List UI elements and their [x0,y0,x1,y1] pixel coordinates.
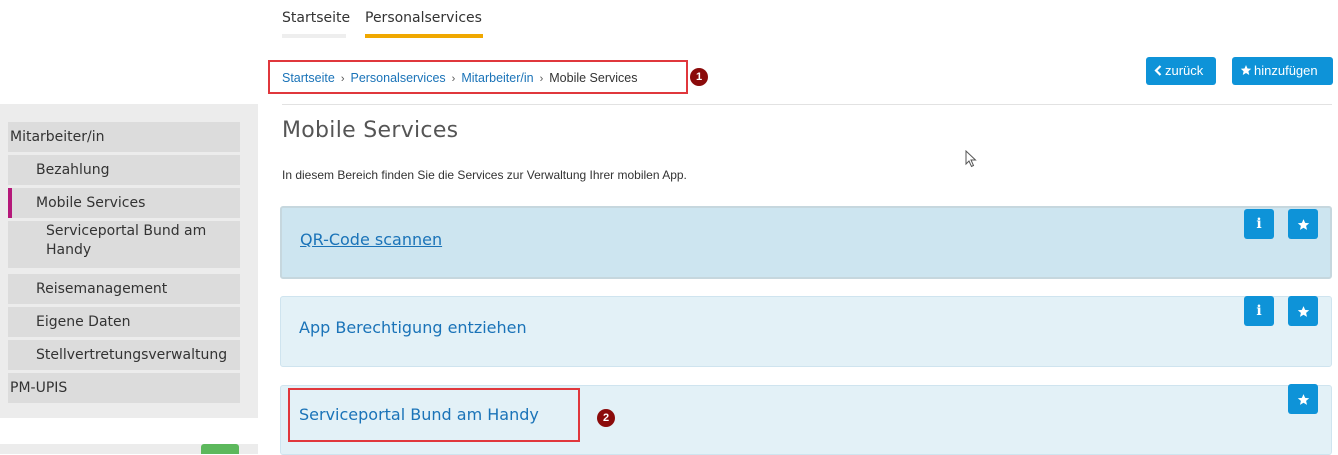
page-title: Mobile Services [282,118,459,143]
breadcrumb-personalservices[interactable]: Personalservices [350,71,445,85]
breadcrumb: Startseite › Personalservices › Mitarbeiter/… [268,60,688,94]
annotation-badge-2: 2 [597,409,615,427]
sidebar-item-label: Mitarbeiter/in [10,129,105,145]
chevron-left-icon [1154,65,1162,76]
sidebar-item-bezahlung[interactable]: Bezahlung [8,155,240,185]
mouse-cursor-icon [965,150,977,168]
page-description: In diesem Bereich finden Sie die Service… [282,168,687,182]
header-divider [282,104,1332,105]
star-icon [1297,393,1309,405]
sidebar-item-pm-upis[interactable]: PM-UPIS [8,373,240,403]
favorite-button[interactable] [1288,296,1318,326]
info-button[interactable]: i [1244,209,1274,239]
sidebar-item-mobile-services[interactable]: Mobile Services [8,188,240,218]
add-button-label: hinzufügen [1254,63,1318,78]
service-link-app-berechtigung[interactable]: App Berechtigung entziehen [299,318,527,337]
sidebar-item-eigene-daten[interactable]: Eigene Daten [8,307,240,337]
back-button-label: zurück [1165,63,1204,78]
favorite-button[interactable] [1288,384,1318,414]
sidebar-item-label: Reisemanagement [36,281,168,297]
breadcrumb-current: Mobile Services [549,71,638,85]
sidebar-item-serviceportal[interactable]: Serviceportal Bund am Handy [8,221,240,268]
info-icon: i [1256,216,1262,232]
info-button[interactable]: i [1244,296,1274,326]
breadcrumb-mitarbeiter[interactable]: Mitarbeiter/in [461,71,533,85]
breadcrumb-separator: › [340,73,345,85]
sidebar-item-reisemanagement[interactable]: Reisemanagement [8,274,240,304]
breadcrumb-separator: › [451,73,456,85]
back-button[interactable]: zurück [1146,57,1216,85]
info-icon: i [1256,303,1262,319]
service-card-qr-code: QR-Code scannen [280,206,1332,279]
sidebar: Mitarbeiter/in Bezahlung Mobile Services… [0,104,258,418]
sidebar-item-label: Serviceportal Bund am Handy [46,223,207,258]
star-icon [1297,305,1309,317]
breadcrumb-startseite[interactable]: Startseite [282,71,335,85]
favorite-button[interactable] [1288,209,1318,239]
breadcrumb-separator: › [539,73,544,85]
service-card-app-berechtigung: App Berechtigung entziehen [280,296,1332,367]
sidebar-item-label: Eigene Daten [36,314,131,330]
tab-startseite[interactable]: Startseite [282,10,350,38]
tab-personalservices[interactable]: Personalservices [365,10,483,38]
sidebar-item-label: Bezahlung [36,162,110,178]
sidebar-item-stellvertretung[interactable]: Stellvertretungsverwaltung [8,340,240,370]
green-button[interactable] [201,444,239,454]
sidebar-item-label: Mobile Services [36,195,146,211]
annotation-badge-1: 1 [690,68,708,86]
star-icon [1240,65,1252,75]
annotation-highlight-box [288,388,580,442]
star-icon [1297,218,1309,230]
sidebar-item-label: PM-UPIS [10,380,68,396]
sidebar-item-label: Stellvertretungsverwaltung [36,347,228,363]
service-link-qr-code[interactable]: QR-Code scannen [300,230,442,249]
add-favorite-button[interactable]: hinzufügen [1232,57,1333,85]
sidebar-item-mitarbeiter[interactable]: Mitarbeiter/in [8,122,240,152]
